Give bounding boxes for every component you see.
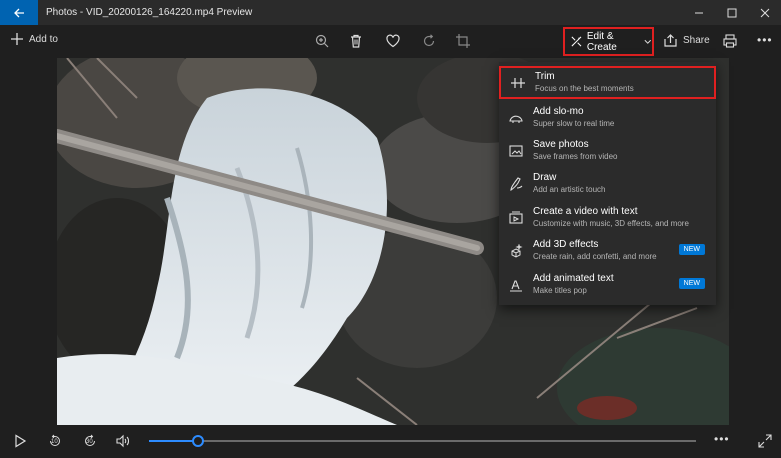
menu-item-description: Add an artistic touch: [533, 185, 606, 194]
back-button[interactable]: [0, 0, 38, 25]
menu-item-animated-text[interactable]: Add animated text Make titles pop NEW: [499, 268, 716, 301]
print-icon: [723, 34, 737, 48]
window-controls: [682, 0, 781, 25]
seek-bar[interactable]: [149, 435, 696, 447]
print-button[interactable]: [722, 33, 738, 49]
add-to-button[interactable]: Add to: [11, 33, 58, 45]
rotate-button[interactable]: [421, 33, 437, 49]
play-icon: [15, 434, 27, 448]
menu-item-description: Create rain, add confetti, and more: [533, 252, 657, 261]
zoom-in-icon: [315, 34, 329, 48]
rotate-icon: [423, 34, 435, 47]
heart-icon: [386, 34, 400, 48]
edit-create-button[interactable]: Edit & Create: [563, 27, 654, 56]
menu-item-label: Draw: [533, 172, 557, 183]
delete-icon: [351, 34, 361, 48]
video-text-icon: [509, 211, 523, 224]
new-badge: NEW: [678, 244, 705, 255]
menu-item-label: Save photos: [533, 139, 589, 150]
title-bar: Photos - VID_20200126_164220.mp4 Preview: [0, 0, 781, 25]
minimize-button[interactable]: [682, 0, 715, 25]
share-icon: [664, 34, 677, 47]
add-to-label: Add to: [29, 33, 58, 45]
seek-progress: [149, 440, 199, 442]
fullscreen-button[interactable]: [757, 433, 773, 449]
share-button[interactable]: Share: [664, 34, 710, 47]
window-title: Photos - VID_20200126_164220.mp4 Preview: [46, 7, 253, 18]
maximize-icon: [727, 8, 736, 17]
playback-controls: 10 30 •••: [0, 425, 781, 458]
maximize-button[interactable]: [715, 0, 748, 25]
toolbar: Add to Edit & Create Share •••: [0, 25, 781, 58]
menu-item-slo-mo[interactable]: Add slo-mo Super slow to real time: [499, 101, 716, 134]
zoom-in-button[interactable]: [314, 33, 330, 49]
crop-button[interactable]: [455, 33, 471, 49]
menu-item-description: Focus on the best moments: [535, 84, 634, 93]
save-photos-icon: [509, 144, 523, 157]
play-button[interactable]: [12, 433, 28, 449]
seek-thumb[interactable]: [192, 435, 205, 447]
back-arrow-icon: [14, 8, 24, 17]
delete-button[interactable]: [348, 33, 364, 49]
edit-create-label: Edit & Create: [586, 30, 617, 53]
skip-forward-label: 30: [86, 439, 93, 445]
menu-item-save-photos[interactable]: Save photos Save frames from video: [499, 134, 716, 167]
new-badge: NEW: [678, 278, 705, 289]
draw-icon: [510, 176, 523, 191]
menu-item-3d-effects[interactable]: Add 3D effects Create rain, add confetti…: [499, 234, 716, 267]
edit-create-menu: Trim Focus on the best moments Add slo-m…: [499, 62, 716, 305]
edit-create-icon: [571, 36, 582, 47]
trim-icon: [511, 77, 525, 88]
animated-text-icon: [510, 279, 522, 292]
skip-back-button[interactable]: 10: [47, 433, 63, 449]
share-label: Share: [683, 35, 710, 46]
menu-item-label: Add animated text: [533, 273, 614, 284]
menu-item-video-with-text[interactable]: Create a video with text Customize with …: [499, 201, 716, 234]
menu-item-label: Create a video with text: [533, 206, 638, 217]
minimize-icon: [694, 12, 703, 13]
menu-item-description: Customize with music, 3D effects, and mo…: [533, 219, 689, 228]
menu-item-draw[interactable]: Draw Add an artistic touch: [499, 167, 716, 200]
playback-more-button[interactable]: •••: [714, 432, 730, 446]
more-options-button[interactable]: •••: [757, 33, 773, 47]
slomo-icon: [509, 115, 523, 123]
menu-item-trim[interactable]: Trim Focus on the best moments: [499, 66, 716, 99]
menu-item-label: Add 3D effects: [533, 239, 599, 250]
volume-icon: [116, 434, 130, 448]
skip-forward-button[interactable]: 30: [82, 433, 98, 449]
plus-icon: [11, 33, 23, 45]
menu-item-description: Save frames from video: [533, 152, 618, 161]
crop-icon: [456, 34, 470, 48]
chevron-down-icon: [644, 39, 652, 44]
favorite-button[interactable]: [385, 33, 401, 49]
3d-effects-icon: [511, 243, 523, 258]
menu-item-label: Add slo-mo: [533, 106, 584, 117]
skip-back-label: 10: [51, 439, 58, 445]
close-button[interactable]: [748, 0, 781, 25]
menu-item-label: Trim: [535, 71, 555, 82]
fullscreen-icon: [758, 434, 772, 448]
volume-button[interactable]: [115, 433, 131, 449]
menu-item-description: Make titles pop: [533, 286, 587, 295]
menu-item-description: Super slow to real time: [533, 119, 615, 128]
close-icon: [760, 8, 769, 17]
